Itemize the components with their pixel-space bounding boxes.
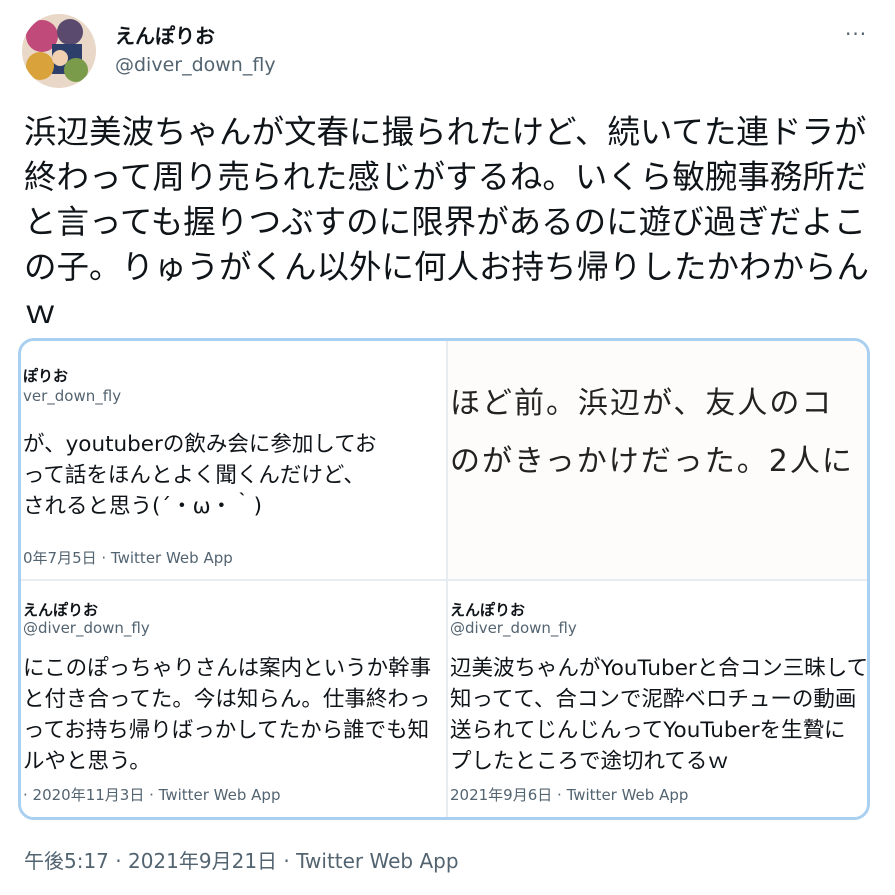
embedded-meta: 2021年9月6日 · Twitter Web App bbox=[450, 786, 689, 804]
author-name[interactable]: えんぽりお bbox=[115, 20, 215, 49]
embedded-text-line: 知ってて、合コンで泥酔ベロチューの動画 bbox=[450, 687, 857, 712]
embedded-text-line: ほど前。浜辺が、友人のコ bbox=[450, 386, 834, 421]
embedded-author-name: ぽりお bbox=[23, 367, 69, 385]
media-divider bbox=[21, 579, 867, 581]
media-image-3[interactable]: えんぽりお @diver_down_fly にこのぽっちゃりさんは案内というか幹… bbox=[21, 581, 446, 817]
embedded-text-line: 辺美波ちゃんがYouTuberと合コン三昧して bbox=[450, 656, 869, 681]
embedded-author-name: えんぽりお bbox=[23, 601, 99, 619]
embedded-author-handle: @diver_down_fly bbox=[23, 619, 150, 637]
embedded-text-line: が、youtuberの飲み会に参加してお bbox=[23, 432, 377, 457]
media-image-2[interactable]: ほど前。浜辺が、友人のコ のがきっかけだった。2人に bbox=[448, 341, 867, 579]
more-options-icon[interactable]: ··· bbox=[845, 22, 867, 46]
embedded-text-line: ってお持ち帰りばっかしてたから誰でも知 bbox=[23, 718, 430, 743]
avatar[interactable] bbox=[22, 14, 96, 88]
embedded-text-line: プしたところで途切れてるｗ bbox=[450, 749, 729, 774]
author-handle[interactable]: @diver_down_fly bbox=[115, 54, 276, 76]
embedded-author-handle: ver_down_fly bbox=[23, 387, 122, 405]
embedded-text-line: されると思う(´・ω・｀) bbox=[23, 494, 263, 519]
embedded-text-line: にこのぽっちゃりさんは案内というか幹事 bbox=[23, 656, 432, 681]
embedded-text-line: 送られてじんじんってYouTuberを生贄に bbox=[450, 718, 846, 743]
embedded-meta: · 2020年11月3日 · Twitter Web App bbox=[23, 786, 281, 804]
embedded-text-line: と付き合ってた。今は知らん。仕事終わっ bbox=[23, 687, 431, 712]
embedded-author-handle: @diver_down_fly bbox=[450, 619, 577, 637]
embedded-text-line: って話をほんとよく聞くんだけど、 bbox=[23, 463, 365, 488]
embedded-meta: 0年7月5日 · Twitter Web App bbox=[23, 549, 233, 567]
media-image-4[interactable]: えんぽりお @diver_down_fly 辺美波ちゃんがYouTuberと合コ… bbox=[448, 581, 869, 817]
embedded-text-line: ルやと思う。 bbox=[23, 749, 151, 774]
media-image-1[interactable]: ぽりお ver_down_fly が、youtuberの飲み会に参加してお って… bbox=[21, 341, 446, 579]
embedded-author-name: えんぽりお bbox=[450, 601, 526, 619]
tweet-text: 浜辺美波ちゃんが文春に撮られたけど、続いてた連ドラが終わって周り売られた感じがす… bbox=[24, 113, 870, 331]
embedded-text-line: のがきっかけだった。2人に bbox=[450, 444, 854, 479]
tweet-timestamp[interactable]: 午後5:17 · 2021年9月21日 · Twitter Web App bbox=[24, 845, 459, 874]
media-grid[interactable]: ぽりお ver_down_fly が、youtuberの飲み会に参加してお って… bbox=[18, 338, 870, 820]
